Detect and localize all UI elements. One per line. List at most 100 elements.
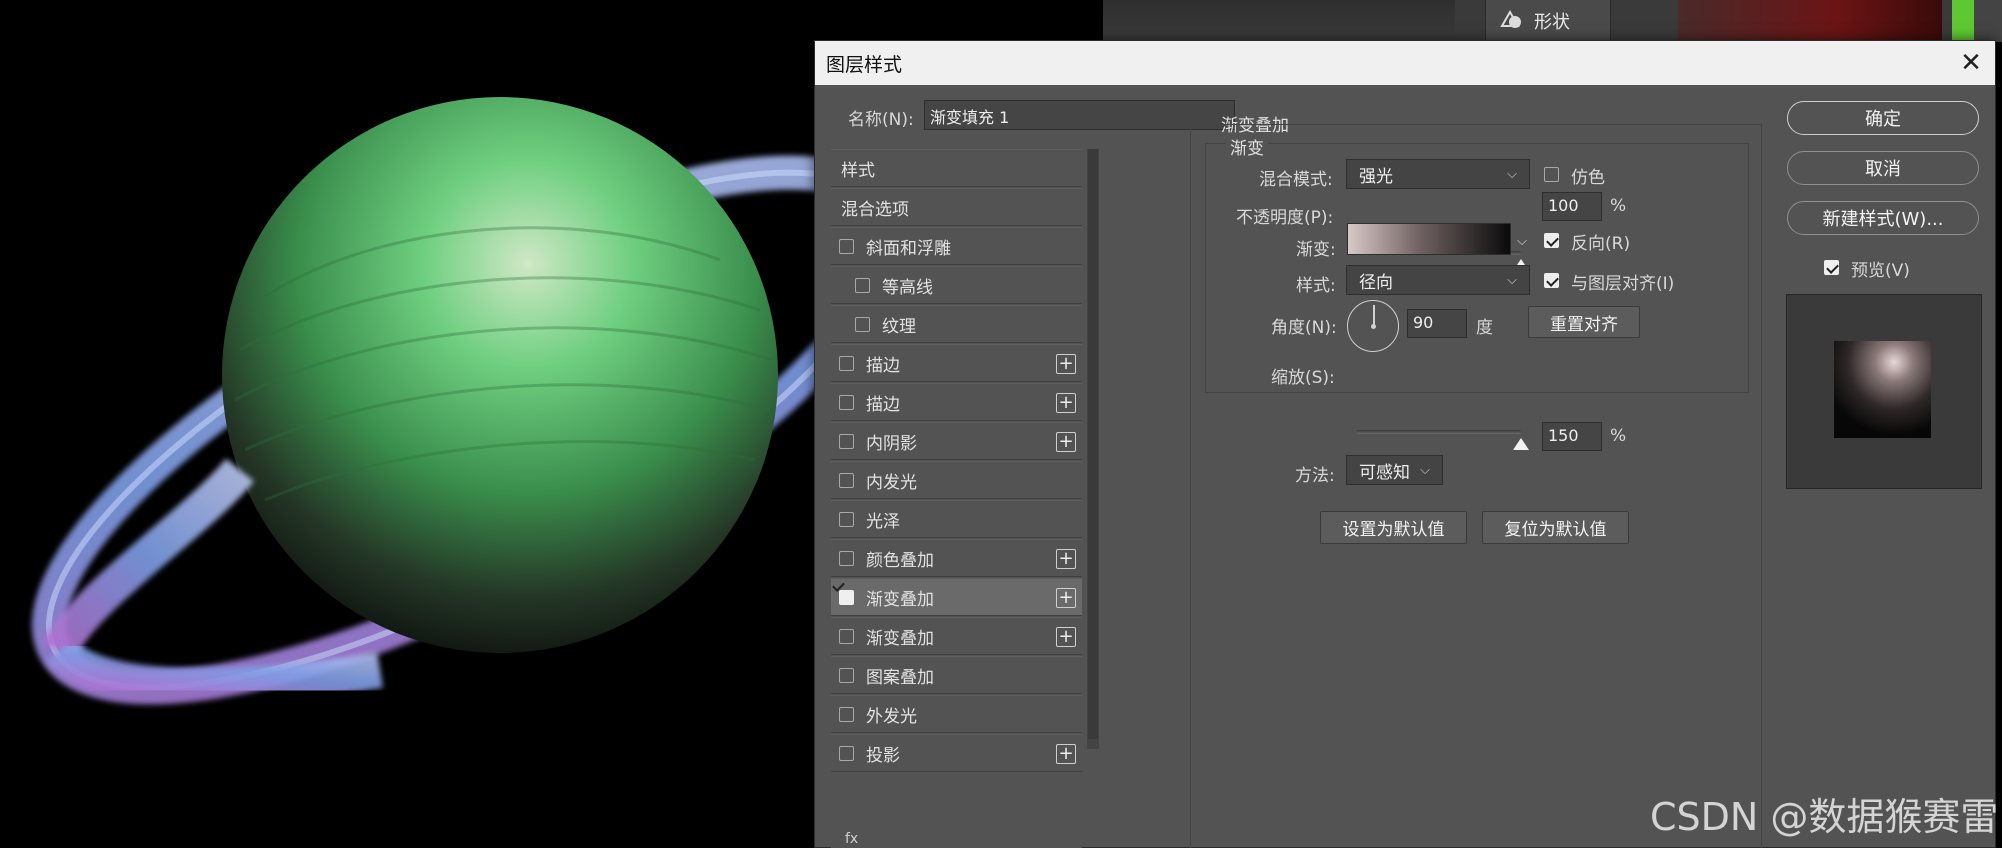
blend-mode-select[interactable]: 强光 ⌵ bbox=[1346, 159, 1530, 189]
style-checkbox[interactable] bbox=[839, 394, 854, 410]
style-checkbox[interactable] bbox=[839, 550, 854, 566]
color-swatch[interactable] bbox=[1678, 0, 1942, 42]
style-checkbox[interactable] bbox=[839, 511, 854, 527]
opacity-percent: % bbox=[1610, 196, 1627, 216]
reverse-checkbox[interactable] bbox=[1544, 233, 1559, 248]
style-list-item[interactable]: 斜面和浮雕 bbox=[831, 227, 1082, 265]
style-list-item[interactable]: 渐变叠加 + bbox=[831, 617, 1082, 655]
dialog-titlebar[interactable]: 图层样式 ✕ bbox=[815, 41, 1995, 85]
style-checkbox[interactable] bbox=[839, 745, 854, 761]
style-list-label: 外发光 bbox=[866, 706, 917, 727]
gradient-picker[interactable] bbox=[1347, 223, 1511, 255]
align-layer-checkbox[interactable] bbox=[1544, 273, 1559, 288]
style-list-label: 图案叠加 bbox=[866, 667, 934, 688]
name-field[interactable]: 渐变填充 1 bbox=[924, 100, 1235, 130]
style-list-label: 混合选项 bbox=[841, 199, 909, 220]
style-preview bbox=[1786, 294, 1982, 489]
shape-icon bbox=[1500, 10, 1521, 28]
dither-checkbox[interactable] bbox=[1544, 167, 1559, 182]
reset-default-button[interactable]: 复位为默认值 bbox=[1482, 511, 1629, 544]
style-list-item[interactable]: 等高线 bbox=[831, 266, 1082, 304]
shape-tab[interactable]: 形状 bbox=[1485, 0, 1611, 42]
reverse-label: 反向(R) bbox=[1571, 234, 1631, 254]
style-checkbox[interactable] bbox=[839, 589, 854, 605]
style-list-item[interactable]: 图案叠加 bbox=[831, 656, 1082, 694]
style-list-label: 描边 bbox=[866, 394, 900, 415]
style-list-item[interactable]: 描边 + bbox=[831, 383, 1082, 421]
canvas-artwork bbox=[32, 97, 815, 705]
fx-icon[interactable]: fx bbox=[845, 831, 858, 847]
set-default-button[interactable]: 设置为默认值 bbox=[1320, 511, 1467, 544]
dither-label: 仿色 bbox=[1571, 168, 1605, 188]
style-checkbox[interactable] bbox=[839, 472, 854, 488]
reset-align-button[interactable]: 重置对齐 bbox=[1528, 306, 1640, 338]
list-footer: fx bbox=[831, 831, 1099, 848]
angle-input[interactable]: 90 bbox=[1407, 309, 1467, 338]
add-effect-icon[interactable]: + bbox=[1056, 627, 1076, 647]
scale-input[interactable]: 150 bbox=[1542, 422, 1602, 451]
planet-body bbox=[222, 97, 778, 653]
style-list-item[interactable]: 内阴影 + bbox=[831, 422, 1082, 460]
style-checkbox[interactable] bbox=[855, 277, 870, 293]
scale-slider-track[interactable] bbox=[1356, 430, 1521, 434]
style-checkbox[interactable] bbox=[855, 316, 870, 332]
add-effect-icon[interactable]: + bbox=[1056, 549, 1076, 569]
opacity-input[interactable]: 100 bbox=[1542, 192, 1602, 221]
style-list-label: 纹理 bbox=[882, 316, 916, 337]
angle-dial[interactable] bbox=[1347, 300, 1399, 352]
style-list-item[interactable]: 内发光 bbox=[831, 461, 1082, 499]
style-list-item[interactable]: 纹理 bbox=[831, 305, 1082, 343]
style-list-item[interactable]: 混合选项 bbox=[831, 188, 1082, 226]
style-checkbox[interactable] bbox=[839, 706, 854, 722]
chevron-down-icon: ⌵ bbox=[1420, 462, 1430, 478]
opacity-label: 不透明度(P): bbox=[1236, 208, 1334, 228]
chevron-down-icon[interactable]: ⌵ bbox=[1513, 227, 1531, 255]
preview-checkbox[interactable] bbox=[1824, 260, 1839, 275]
style-list-label: 渐变叠加 bbox=[866, 589, 934, 610]
strip-edge bbox=[1974, 0, 2002, 42]
method-select[interactable]: 可感知 ⌵ bbox=[1346, 455, 1443, 485]
add-effect-icon[interactable]: + bbox=[1056, 588, 1076, 608]
method-value: 可感知 bbox=[1359, 462, 1410, 483]
style-list-label: 样式 bbox=[841, 160, 875, 181]
add-effect-icon[interactable]: + bbox=[1056, 354, 1076, 374]
style-checkbox[interactable] bbox=[839, 628, 854, 644]
scrollbar-thumb[interactable] bbox=[1088, 149, 1098, 739]
style-select[interactable]: 径向 ⌵ bbox=[1346, 265, 1530, 295]
add-effect-icon[interactable]: + bbox=[1056, 393, 1076, 413]
gradient-label: 渐变: bbox=[1296, 240, 1336, 260]
style-list-item[interactable]: 渐变叠加 + bbox=[831, 578, 1082, 616]
style-list-label: 内阴影 bbox=[866, 433, 917, 454]
style-list-label: 描边 bbox=[866, 355, 900, 376]
style-list-item[interactable]: 描边 + bbox=[831, 344, 1082, 382]
add-effect-icon[interactable]: + bbox=[1056, 432, 1076, 452]
ok-button[interactable]: 确定 bbox=[1787, 101, 1979, 135]
style-checkbox[interactable] bbox=[839, 433, 854, 449]
style-list-item[interactable]: 样式 bbox=[831, 149, 1082, 187]
style-label: 样式: bbox=[1296, 276, 1336, 296]
dialog-title: 图层样式 bbox=[826, 53, 903, 76]
style-list-item[interactable]: 投影 + bbox=[831, 734, 1082, 772]
style-checkbox[interactable] bbox=[839, 238, 854, 254]
scale-slider-thumb[interactable] bbox=[1513, 438, 1529, 450]
style-checkbox[interactable] bbox=[839, 667, 854, 683]
preview-label: 预览(V) bbox=[1851, 261, 1910, 281]
style-list-label: 等高线 bbox=[882, 277, 933, 298]
cancel-button[interactable]: 取消 bbox=[1787, 151, 1979, 185]
style-list-label: 渐变叠加 bbox=[866, 628, 934, 649]
style-list-item[interactable]: 颜色叠加 + bbox=[831, 539, 1082, 577]
method-label: 方法: bbox=[1295, 466, 1335, 486]
style-list: 样式 混合选项 斜面和浮雕 等高线 纹理 描边 + 描边 + 内阴影 + 内发光 光泽 颜色叠加 + 渐变叠加… bbox=[831, 149, 1082, 848]
preview-swatch bbox=[1834, 341, 1931, 438]
style-list-label: 光泽 bbox=[866, 511, 900, 532]
add-effect-icon[interactable]: + bbox=[1056, 744, 1076, 764]
style-checkbox[interactable] bbox=[839, 355, 854, 371]
style-list-scrollbar[interactable] bbox=[1087, 149, 1099, 749]
chevron-down-icon: ⌵ bbox=[1507, 166, 1517, 182]
new-style-button[interactable]: 新建样式(W)... bbox=[1787, 201, 1979, 235]
style-list-item[interactable]: 光泽 bbox=[831, 500, 1082, 538]
style-list-item[interactable]: 外发光 bbox=[831, 695, 1082, 733]
close-icon[interactable]: ✕ bbox=[1955, 47, 1987, 79]
style-list-label: 颜色叠加 bbox=[866, 550, 934, 571]
green-indicator bbox=[1952, 0, 1974, 42]
